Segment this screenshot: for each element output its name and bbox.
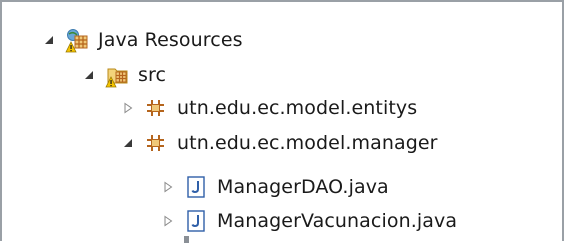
tree-node-label: Java Resources (98, 29, 243, 51)
collapsed-triangle-icon[interactable] (119, 99, 137, 117)
java-file-icon (183, 208, 209, 234)
tree-node-label: ManagerVacunacion.java (217, 210, 458, 232)
collapsed-triangle-icon[interactable] (159, 178, 177, 196)
tree-node-src[interactable]: src (80, 59, 166, 91)
project-explorer-panel: Java Resources src utn.edu.ec.model.enti… (0, 0, 564, 243)
tree-node-label: ManagerDAO.java (217, 176, 389, 198)
tree-node-file-managerdao[interactable]: ManagerDAO.java (159, 171, 389, 203)
source-folder-warning-icon (104, 62, 130, 88)
collapsed-triangle-icon[interactable] (159, 212, 177, 230)
tree-node-label: src (138, 64, 167, 86)
java-resources-warning-icon (64, 27, 90, 53)
tree-node-java-resources[interactable]: Java Resources (40, 24, 243, 56)
expanded-triangle-icon[interactable] (40, 31, 58, 49)
expanded-triangle-icon[interactable] (80, 66, 98, 84)
tree-node-package-manager[interactable]: utn.edu.ec.model.manager (119, 127, 438, 159)
tree-node-label: utn.edu.ec.model.manager (177, 132, 438, 154)
java-file-icon (183, 174, 209, 200)
package-icon (143, 130, 169, 156)
tree-node-label: utn.edu.ec.model.entitys (177, 97, 418, 119)
next-row-edge (184, 236, 189, 243)
expanded-triangle-icon[interactable] (119, 134, 137, 152)
tree-node-package-entitys[interactable]: utn.edu.ec.model.entitys (119, 92, 417, 124)
tree-node-file-managervacunacion[interactable]: ManagerVacunacion.java (159, 205, 457, 237)
package-icon (143, 95, 169, 121)
